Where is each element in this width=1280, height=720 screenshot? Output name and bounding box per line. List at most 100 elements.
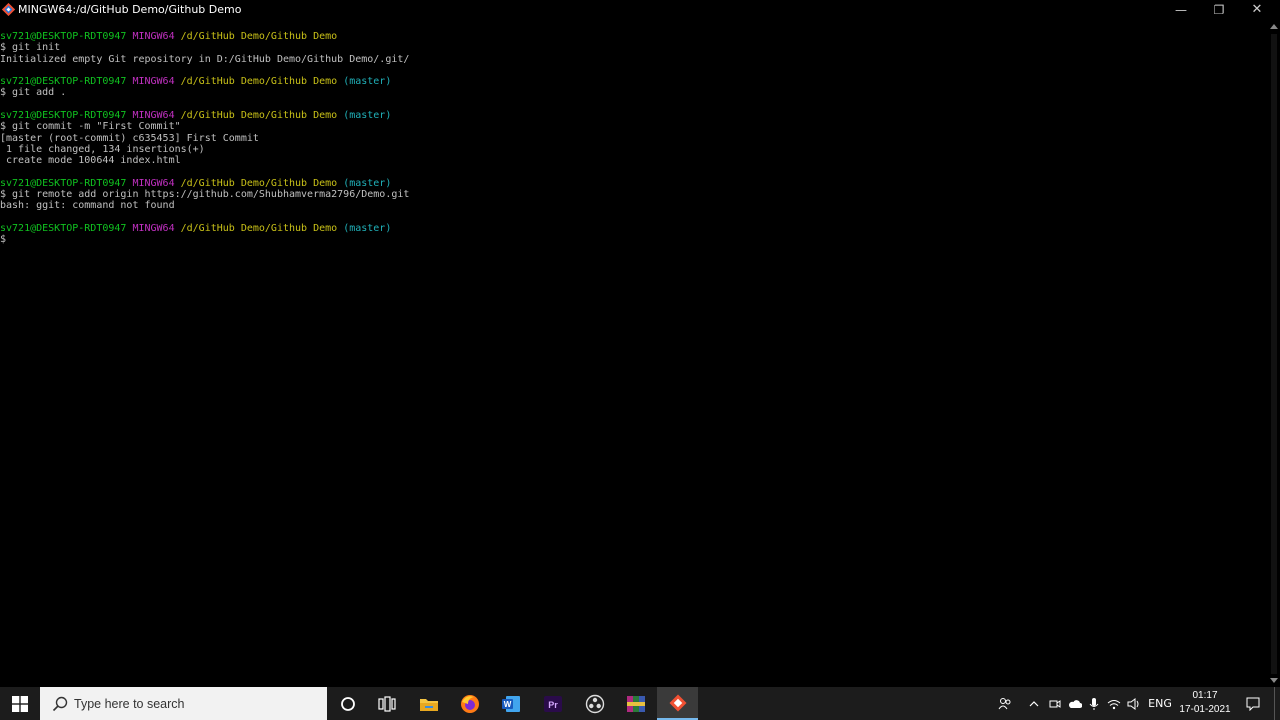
terminal-output[interactable]: sv721@DESKTOP-RDT0947 MINGW64 /d/GitHub … xyxy=(0,31,1266,687)
git-bash-icon[interactable] xyxy=(657,687,698,720)
scroll-track[interactable] xyxy=(1271,34,1277,674)
word-letter: W xyxy=(503,700,511,709)
wifi-icon xyxy=(1107,699,1121,709)
terminal-line: [master (root-commit) c635453] First Com… xyxy=(0,133,1266,144)
terminal-line: create mode 100644 index.html xyxy=(0,155,1266,166)
search-placeholder: Type here to search xyxy=(74,696,185,711)
terminal-line: sv721@DESKTOP-RDT0947 MINGW64 /d/GitHub … xyxy=(0,31,1266,42)
terminal-line: $ git commit -m "First Commit" xyxy=(0,121,1266,132)
terminal-segment: Initialized empty Git repository in D:/G… xyxy=(0,53,410,65)
show-desktop-button[interactable] xyxy=(1274,687,1280,720)
terminal-segment: $ git add . xyxy=(0,87,67,99)
terminal-segment: sv721@DESKTOP-RDT0947 xyxy=(0,76,133,88)
minimize-button[interactable]: — xyxy=(1162,0,1200,20)
terminal-segment: MINGW64 xyxy=(132,31,181,42)
terminal-segment: 1 file changed, 134 insertions(+) xyxy=(0,143,205,155)
terminal-segment: create mode 100644 index.html xyxy=(0,155,181,167)
windows-logo-icon xyxy=(12,695,28,712)
terminal-segment: (master) xyxy=(343,110,392,122)
chevron-up-icon xyxy=(1029,700,1039,706)
task-view-glyph-icon xyxy=(377,695,396,712)
terminal-segment: sv721@DESKTOP-RDT0947 xyxy=(0,31,133,42)
clock[interactable]: 01:17 17-01-2021 xyxy=(1176,687,1234,720)
terminal-line: $ git add . xyxy=(0,87,1266,98)
people-glyph-icon xyxy=(998,697,1011,709)
firefox-logo-icon xyxy=(460,694,479,713)
cloud-icon xyxy=(1069,699,1082,708)
scrollbar[interactable] xyxy=(1268,20,1280,687)
mic-glyph-icon xyxy=(1089,697,1099,710)
search-icon xyxy=(52,696,68,711)
obs-icon[interactable] xyxy=(574,687,615,720)
language-indicator[interactable]: ENG xyxy=(1146,687,1174,720)
close-button[interactable]: ✕ xyxy=(1238,0,1276,20)
folder-icon xyxy=(419,698,438,711)
terminal-segment: /d/GitHub Demo/Github Demo xyxy=(180,177,344,189)
terminal-segment: /d/GitHub Demo/Github Demo xyxy=(180,223,344,235)
volume-icon[interactable] xyxy=(1126,687,1142,720)
title-bar: MINGW64:/d/GitHub Demo/Github Demo — ❐ ✕ xyxy=(0,0,1280,20)
onedrive-icon[interactable] xyxy=(1066,687,1084,720)
window-title: MINGW64:/d/GitHub Demo/Github Demo xyxy=(18,3,242,16)
terminal-segment: MINGW64 xyxy=(132,76,181,88)
notification-icon xyxy=(1246,697,1260,711)
terminal-segment: sv721@DESKTOP-RDT0947 xyxy=(0,223,133,235)
start-button[interactable] xyxy=(0,687,40,720)
terminal-line: 1 file changed, 134 insertions(+) xyxy=(0,144,1266,155)
terminal-line: $ xyxy=(0,234,1266,245)
terminal-segment: $ xyxy=(0,234,7,246)
terminal-segment: $ git init xyxy=(0,42,61,54)
terminal-segment: /d/GitHub Demo/Github Demo xyxy=(180,76,344,88)
scroll-down-icon[interactable] xyxy=(1270,678,1278,683)
show-hidden-icons-chevron-icon[interactable] xyxy=(1024,687,1044,720)
cortana-icon[interactable] xyxy=(327,687,368,720)
terminal-line: $ git remote add origin https://github.c… xyxy=(0,189,1266,200)
clock-date: 17-01-2021 xyxy=(1179,704,1231,715)
camera-icon xyxy=(1049,699,1061,708)
premiere-pro-icon[interactable]: Pr xyxy=(532,687,573,720)
word-icon[interactable]: W xyxy=(490,687,531,720)
terminal-segment: sv721@DESKTOP-RDT0947 xyxy=(0,110,133,122)
terminal-line: Initialized empty Git repository in D:/G… xyxy=(0,54,1266,65)
task-view-icon[interactable] xyxy=(366,687,407,720)
obs-logo-icon xyxy=(585,694,604,713)
terminal-segment: MINGW64 xyxy=(132,110,181,122)
maximize-button[interactable]: ❐ xyxy=(1200,0,1238,20)
terminal-segment: (master) xyxy=(343,76,392,88)
premiere-letter: Pr xyxy=(548,700,558,710)
meet-now-icon[interactable] xyxy=(1046,687,1064,720)
terminal-segment: MINGW64 xyxy=(132,223,181,235)
search-box[interactable]: Type here to search xyxy=(40,687,327,720)
scroll-up-icon[interactable] xyxy=(1270,24,1278,29)
terminal-segment: /d/GitHub Demo/Github Demo xyxy=(180,31,338,42)
winrar-logo-icon xyxy=(626,695,645,712)
cortana-circle-icon xyxy=(340,696,355,711)
terminal-segment: MINGW64 xyxy=(132,177,181,189)
terminal-line: sv721@DESKTOP-RDT0947 MINGW64 /d/GitHub … xyxy=(0,76,1266,87)
terminal-segment: bash: ggit: command not found xyxy=(0,200,175,212)
firefox-icon[interactable] xyxy=(449,687,490,720)
terminal-segment: [master (root-commit) c635453] First Com… xyxy=(0,132,259,144)
taskbar: Type here to search W Pr ENG 01:17 17-01… xyxy=(0,687,1280,720)
action-center-icon[interactable] xyxy=(1240,687,1266,720)
file-explorer-icon[interactable] xyxy=(408,687,449,720)
terminal-line: sv721@DESKTOP-RDT0947 MINGW64 /d/GitHub … xyxy=(0,110,1266,121)
winrar-icon[interactable] xyxy=(615,687,656,720)
people-icon[interactable] xyxy=(994,687,1016,720)
terminal-segment: $ git commit -m "First Commit" xyxy=(0,121,181,133)
terminal-line: bash: ggit: command not found xyxy=(0,200,1266,211)
git-diamond-icon xyxy=(669,694,686,711)
word-logo-icon: W xyxy=(501,695,520,712)
network-icon[interactable] xyxy=(1104,687,1124,720)
terminal-segment: (master) xyxy=(343,223,392,235)
microphone-icon[interactable] xyxy=(1086,687,1102,720)
git-bash-app-icon xyxy=(2,3,15,16)
terminal-line: $ git init xyxy=(0,42,1266,53)
terminal-line: sv721@DESKTOP-RDT0947 MINGW64 /d/GitHub … xyxy=(0,223,1266,234)
speaker-icon xyxy=(1127,697,1139,710)
terminal-segment: (master) xyxy=(343,177,392,189)
terminal-segment: /d/GitHub Demo/Github Demo xyxy=(180,110,344,122)
